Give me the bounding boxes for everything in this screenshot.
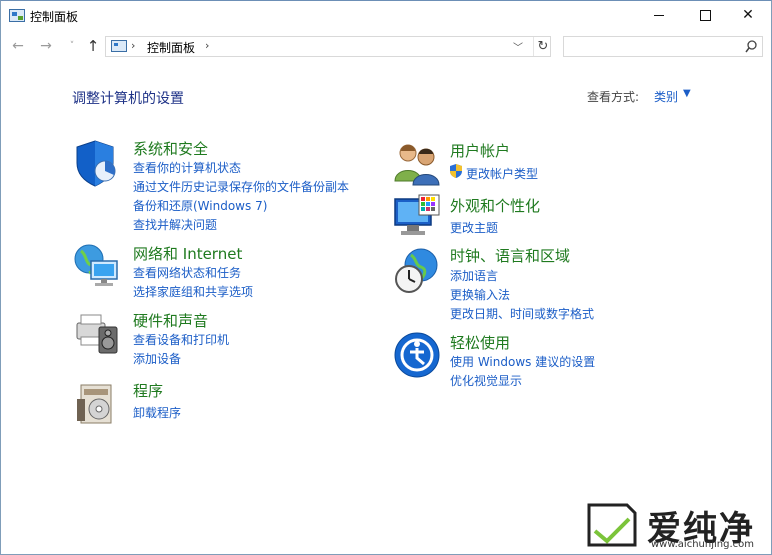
maximize-button[interactable] bbox=[682, 1, 728, 31]
link-change-input-method[interactable]: 更换输入法 bbox=[450, 286, 510, 303]
link-view-computer-status[interactable]: 查看你的计算机状态 bbox=[133, 159, 241, 176]
control-panel-app-icon bbox=[9, 9, 25, 22]
link-file-history[interactable]: 通过文件历史记录保存你的文件备份副本 bbox=[133, 178, 349, 195]
watermark-logo-icon bbox=[587, 503, 637, 547]
category-ease-of-access[interactable]: 轻松使用 bbox=[450, 332, 510, 353]
breadcrumb-separator-icon[interactable]: › bbox=[205, 39, 209, 52]
link-change-date-time-format[interactable]: 更改日期、时间或数字格式 bbox=[450, 305, 594, 322]
link-change-theme[interactable]: 更改主题 bbox=[450, 219, 498, 236]
hardware-sound-icon[interactable] bbox=[73, 309, 121, 357]
category-system-security[interactable]: 系统和安全 bbox=[133, 138, 208, 159]
view-by-label: 查看方式: bbox=[587, 90, 640, 104]
address-bar[interactable]: › 控制面板 › ﹀ ↻ bbox=[105, 36, 551, 57]
control-panel-address-icon bbox=[111, 40, 127, 52]
category-network-internet[interactable]: 网络和 Internet bbox=[133, 243, 242, 264]
link-troubleshoot[interactable]: 查找并解决问题 bbox=[133, 216, 217, 233]
clock-language-region-icon[interactable] bbox=[393, 247, 441, 295]
window-title: 控制面板 bbox=[30, 10, 79, 24]
view-by-dropdown[interactable]: 类别 bbox=[654, 88, 678, 105]
system-security-icon[interactable] bbox=[73, 139, 121, 187]
view-by-caret-icon[interactable]: ▼ bbox=[683, 88, 691, 99]
uac-shield-icon bbox=[450, 164, 462, 178]
breadcrumb-control-panel[interactable]: 控制面板 bbox=[147, 39, 195, 56]
minimize-button[interactable] bbox=[636, 1, 682, 31]
link-devices-printers[interactable]: 查看设备和打印机 bbox=[133, 331, 229, 348]
back-button[interactable]: ← bbox=[9, 37, 27, 55]
link-uninstall-program[interactable]: 卸载程序 bbox=[133, 404, 181, 421]
programs-icon[interactable] bbox=[73, 379, 121, 427]
category-appearance-personalization[interactable]: 外观和个性化 bbox=[450, 195, 540, 216]
search-icon[interactable] bbox=[745, 40, 757, 54]
link-add-device[interactable]: 添加设备 bbox=[133, 350, 181, 367]
maximize-icon bbox=[699, 9, 711, 21]
page-heading: 调整计算机的设置 bbox=[72, 91, 184, 107]
up-button[interactable]: ↑ bbox=[84, 37, 102, 55]
link-add-language[interactable]: 添加语言 bbox=[450, 267, 498, 284]
title-bar: 控制面板 ✕ bbox=[1, 1, 771, 31]
user-accounts-icon[interactable] bbox=[393, 139, 441, 187]
link-change-account-type[interactable]: 更改帐户类型 bbox=[466, 165, 538, 182]
link-homegroup-sharing[interactable]: 选择家庭组和共享选项 bbox=[133, 283, 253, 300]
appearance-personalization-icon[interactable] bbox=[393, 193, 441, 241]
address-dropdown-icon[interactable]: ﹀ bbox=[513, 39, 523, 54]
network-internet-icon[interactable] bbox=[73, 241, 121, 289]
breadcrumb-separator-icon[interactable]: › bbox=[131, 39, 135, 52]
link-backup-restore[interactable]: 备份和还原(Windows 7) bbox=[133, 197, 267, 214]
close-button[interactable]: ✕ bbox=[725, 1, 771, 31]
category-clock-language-region[interactable]: 时钟、语言和区域 bbox=[450, 245, 570, 266]
link-windows-recommended-settings[interactable]: 使用 Windows 建议的设置 bbox=[450, 353, 595, 370]
link-network-status[interactable]: 查看网络状态和任务 bbox=[133, 264, 241, 281]
recent-locations-button[interactable]: ˅ bbox=[63, 37, 81, 55]
category-programs[interactable]: 程序 bbox=[133, 380, 163, 401]
ease-of-access-icon[interactable] bbox=[393, 331, 441, 379]
refresh-button[interactable]: ↻ bbox=[533, 37, 552, 56]
search-input[interactable] bbox=[563, 36, 763, 57]
minimize-icon bbox=[654, 14, 664, 16]
navigation-bar: ← → ˅ ↑ › 控制面板 › ﹀ ↻ bbox=[1, 31, 771, 63]
category-hardware-sound[interactable]: 硬件和声音 bbox=[133, 310, 208, 331]
watermark-url: www.aichunjing.com bbox=[651, 539, 754, 550]
link-optimize-visual-display[interactable]: 优化视觉显示 bbox=[450, 372, 522, 389]
control-panel-window: 控制面板 ✕ ← → ˅ ↑ › 控制面板 › ﹀ ↻ 调整计算机的设置 查看方… bbox=[0, 0, 772, 555]
forward-button[interactable]: → bbox=[37, 37, 55, 55]
category-user-accounts[interactable]: 用户帐户 bbox=[450, 140, 510, 161]
